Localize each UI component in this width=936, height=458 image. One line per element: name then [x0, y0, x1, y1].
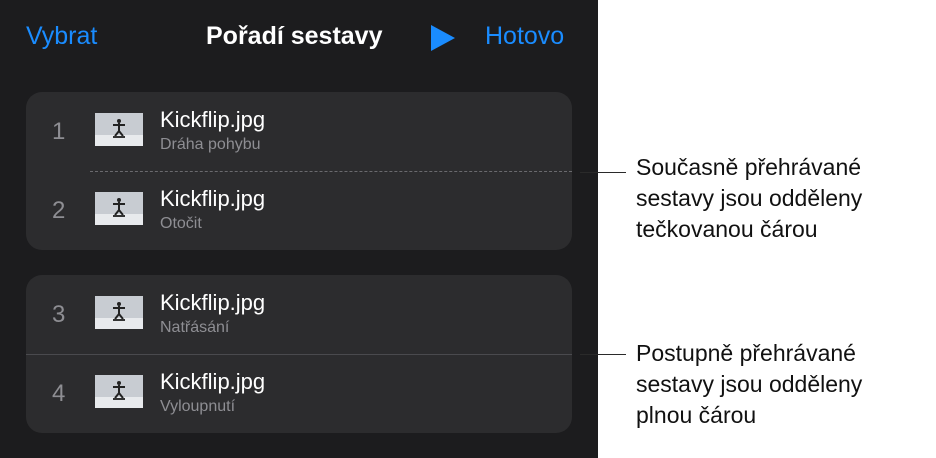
callout-leader-line	[580, 354, 626, 355]
build-effect-name: Otočit	[160, 215, 202, 232]
build-item[interactable]: 4 Kickflip.jpg Vyloupnutí	[26, 354, 572, 433]
callout-line: Současně přehrávané	[636, 154, 862, 180]
build-item[interactable]: 3 Kickflip.jpg Natřásání	[26, 275, 572, 354]
build-effect-name: Vyloupnutí	[160, 398, 236, 415]
build-number: 4	[52, 380, 66, 407]
callout-dotted-separator: Současně přehrávané sestavy jsou oddělen…	[636, 152, 932, 245]
build-effect-name: Natřásání	[160, 319, 230, 336]
callout-line: Postupně přehrávané	[636, 340, 856, 366]
callout-leader-line	[580, 172, 626, 173]
done-button[interactable]: Hotovo	[485, 22, 564, 51]
build-number: 3	[52, 301, 66, 328]
callout-line: sestavy jsou odděleny	[636, 371, 863, 397]
build-order-panel: Vybrat Pořadí sestavy Hotovo 1 Kickflip.…	[0, 0, 598, 458]
slide-thumbnail-icon	[95, 375, 143, 408]
slide-thumbnail-icon	[95, 113, 143, 146]
play-icon[interactable]	[428, 24, 456, 52]
build-group-simultaneous: 1 Kickflip.jpg Dráha pohybu 2 Kickflip.j…	[26, 92, 572, 250]
panel-title: Pořadí sestavy	[206, 22, 383, 50]
build-file-name: Kickflip.jpg	[160, 369, 266, 394]
build-number: 1	[52, 118, 66, 145]
callout-solid-separator: Postupně přehrávané sestavy jsou oddělen…	[636, 338, 932, 431]
build-item[interactable]: 1 Kickflip.jpg Dráha pohybu	[26, 92, 572, 171]
build-effect-name: Dráha pohybu	[160, 136, 261, 153]
callout-line: sestavy jsou odděleny	[636, 185, 863, 211]
build-file-name: Kickflip.jpg	[160, 290, 266, 315]
callout-line: tečkovanou čárou	[636, 216, 818, 242]
build-number: 2	[52, 197, 66, 224]
build-file-name: Kickflip.jpg	[160, 107, 266, 132]
build-file-name: Kickflip.jpg	[160, 186, 266, 211]
build-item[interactable]: 2 Kickflip.jpg Otočit	[26, 171, 572, 250]
callout-line: plnou čárou	[636, 402, 757, 428]
slide-thumbnail-icon	[95, 192, 143, 225]
select-button[interactable]: Vybrat	[26, 22, 97, 51]
toolbar: Vybrat Pořadí sestavy Hotovo	[0, 0, 598, 72]
slide-thumbnail-icon	[95, 296, 143, 329]
build-group-sequential: 3 Kickflip.jpg Natřásání 4 Kickflip.jpg	[26, 275, 572, 433]
